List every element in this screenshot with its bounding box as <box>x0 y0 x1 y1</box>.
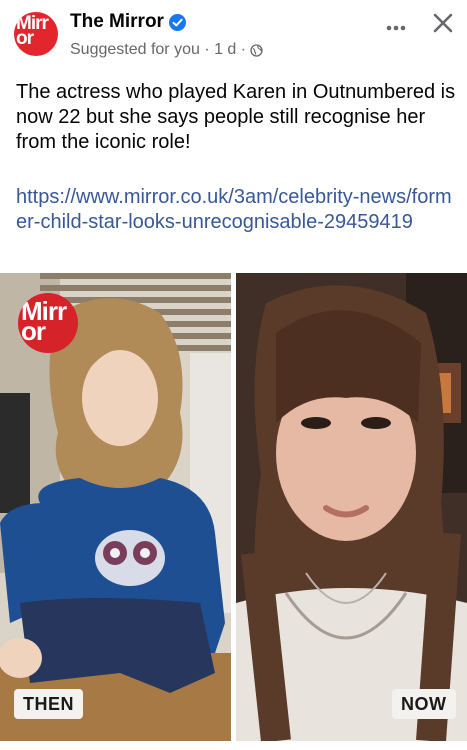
post-header: Mirr or The Mirror Suggested for you · 1 … <box>0 0 467 68</box>
post-meta: Suggested for you · 1 d · <box>70 41 263 59</box>
page-name[interactable]: The Mirror <box>70 11 164 33</box>
badge-logo-text: Mirr or <box>21 296 67 346</box>
now-photo-illustration <box>236 273 467 741</box>
meta-text: Suggested for you · 1 d · <box>70 41 247 58</box>
now-photo: NOW <box>236 273 467 741</box>
then-label: THEN <box>14 689 83 719</box>
post-link[interactable]: https://www.mirror.co.uk/3am/celebrity-n… <box>16 185 456 235</box>
page-avatar[interactable]: Mirr or <box>14 12 58 56</box>
avatar-logo: Mirr or <box>16 13 49 49</box>
close-icon[interactable] <box>428 8 458 38</box>
then-photo: Mirr or THEN <box>0 273 231 741</box>
post-image[interactable]: Mirr or THEN NOW <box>0 273 467 741</box>
post-text: The actress who played Karen in Outnumbe… <box>16 81 456 153</box>
more-options-icon[interactable] <box>381 8 411 38</box>
now-label: NOW <box>392 689 456 719</box>
mirror-logo-badge: Mirr or <box>18 293 78 353</box>
globe-icon <box>250 43 263 57</box>
verified-badge-icon <box>169 14 186 31</box>
